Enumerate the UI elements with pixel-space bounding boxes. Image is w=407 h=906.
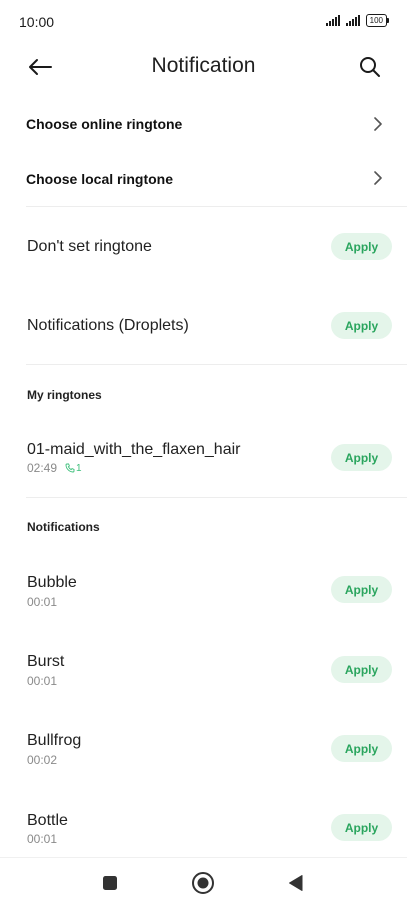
- option-row-no-ringtone[interactable]: Don't set ringtone Apply: [0, 218, 407, 274]
- app-header: Notification: [0, 44, 407, 90]
- search-button[interactable]: [355, 52, 385, 82]
- page-title: Notification: [151, 54, 256, 77]
- call-badge-count: 1: [76, 462, 82, 474]
- back-icon: [289, 875, 303, 891]
- status-time: 10:00: [19, 14, 55, 30]
- notification-ringtone-screen: 10:00 100 Notification Choose online rin…: [0, 0, 407, 906]
- status-indicators: 100: [325, 14, 389, 27]
- option-row-droplets[interactable]: Notifications (Droplets) Apply: [0, 298, 407, 354]
- ringtone-row[interactable]: 01-maid_with_the_flaxen_hair 02:49 1 App…: [0, 432, 407, 488]
- apply-button[interactable]: Apply: [331, 444, 392, 471]
- notification-sound-row[interactable]: Bubble 00:01 Apply: [0, 564, 407, 620]
- sound-name: Burst: [27, 653, 65, 670]
- status-bar: 10:00 100: [0, 0, 407, 44]
- ringtone-duration: 02:49: [27, 461, 58, 475]
- apply-button[interactable]: Apply: [331, 312, 392, 339]
- search-icon: [360, 57, 380, 77]
- recent-apps-icon: [103, 876, 117, 890]
- divider: [26, 206, 407, 207]
- sound-duration: 00:01: [27, 674, 58, 688]
- home-icon: [192, 872, 214, 894]
- sound-duration: 00:01: [27, 595, 58, 609]
- recent-apps-button[interactable]: [98, 871, 122, 895]
- apply-button[interactable]: Apply: [331, 233, 392, 260]
- sound-duration: 00:02: [27, 753, 58, 767]
- notification-sound-row[interactable]: Bottle 00:01 Apply: [0, 801, 407, 857]
- option-label: Don't set ringtone: [27, 238, 152, 255]
- apply-button[interactable]: Apply: [331, 576, 392, 603]
- signal-icon: [325, 15, 340, 26]
- section-header-my-ringtones: My ringtones: [27, 388, 102, 402]
- home-button[interactable]: [191, 871, 215, 895]
- chevron-right-icon: [374, 171, 382, 185]
- ringtone-meta: 02:49 1: [27, 461, 82, 475]
- section-header-notifications: Notifications: [27, 520, 100, 534]
- choose-online-ringtone-label: Choose online ringtone: [26, 116, 183, 132]
- divider: [26, 497, 407, 498]
- option-label: Notifications (Droplets): [27, 317, 189, 334]
- choose-local-ringtone-label: Choose local ringtone: [26, 171, 174, 187]
- system-navigation-bar: [0, 857, 407, 906]
- battery-icon: 100: [365, 14, 389, 27]
- battery-level: 100: [365, 14, 387, 27]
- apply-button[interactable]: Apply: [331, 814, 392, 841]
- back-nav-button[interactable]: [284, 871, 308, 895]
- sound-duration: 00:01: [27, 832, 58, 846]
- apply-button[interactable]: Apply: [331, 735, 392, 762]
- sound-name: Bullfrog: [27, 732, 82, 749]
- sound-name: Bubble: [27, 574, 77, 591]
- chevron-right-icon: [374, 117, 382, 131]
- signal-icon: [345, 15, 360, 26]
- notification-sound-row[interactable]: Burst 00:01 Apply: [0, 643, 407, 699]
- notification-sound-row[interactable]: Bullfrog 00:02 Apply: [0, 722, 407, 778]
- choose-online-ringtone-row[interactable]: Choose online ringtone: [0, 104, 407, 144]
- ringtone-name: 01-maid_with_the_flaxen_hair: [27, 441, 241, 458]
- apply-button[interactable]: Apply: [331, 656, 392, 683]
- call-ringtone-badge: 1: [65, 463, 82, 474]
- sound-name: Bottle: [27, 812, 68, 829]
- phone-icon: [65, 463, 75, 473]
- divider: [26, 364, 407, 365]
- choose-local-ringtone-row[interactable]: Choose local ringtone: [0, 159, 407, 199]
